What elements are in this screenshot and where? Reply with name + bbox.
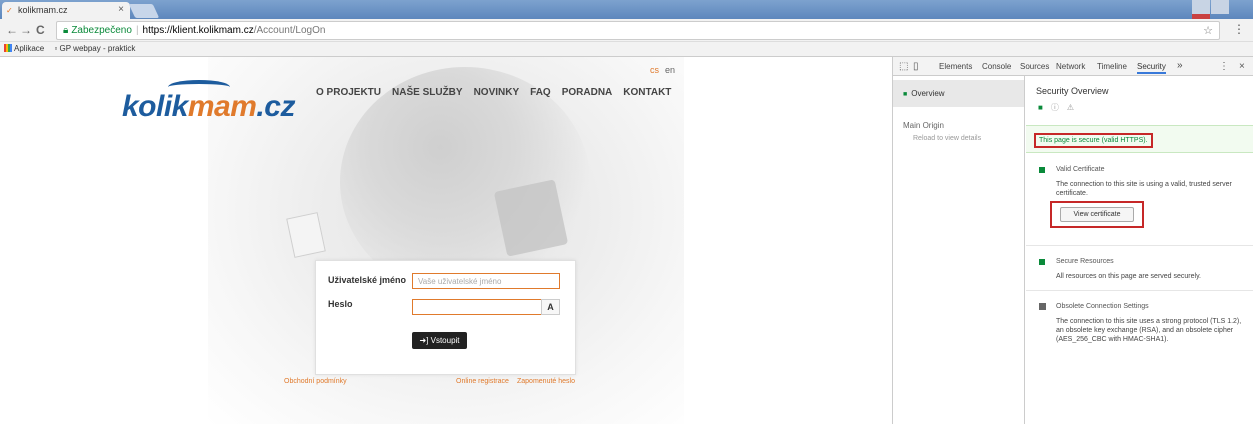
nav-poradna[interactable]: PORADNA: [562, 87, 613, 98]
security-summary-text: This page is secure (valid HTTPS).: [1034, 133, 1153, 148]
security-item-detail: All resources on this page are served se…: [1056, 273, 1201, 280]
more-tabs-icon[interactable]: »: [1177, 60, 1183, 71]
login-form: Uživatelské jméno Vaše uživatelské jméno…: [315, 260, 576, 375]
sign-in-icon: ➜]: [419, 336, 431, 345]
security-overview-title: Security Overview: [1036, 86, 1109, 96]
devtools-menu-icon[interactable]: ⋮: [1219, 61, 1229, 72]
bookmarks-bar: Aplikace ▫ GP webpay - praktick: [0, 42, 1253, 57]
security-item-heading: Valid Certificate: [1056, 166, 1105, 173]
browser-menu-icon[interactable]: ⋮: [1233, 22, 1245, 36]
info-square-icon: [1039, 303, 1046, 310]
tab-security[interactable]: Security: [1137, 62, 1166, 74]
address-bar[interactable]: 🔒︎ Zabezpečeno | https://klient.kolikmam.cz…: [56, 21, 1220, 40]
minimize-button[interactable]: [1192, 0, 1210, 14]
tab-sources[interactable]: Sources: [1020, 62, 1049, 71]
security-item-connection: Obsolete Connection Settings The connect…: [1026, 291, 1253, 371]
secure-label: Zabezpečeno: [71, 25, 132, 36]
secure-lock-icon: ■: [1038, 103, 1043, 112]
view-certificate-button[interactable]: View certificate: [1060, 207, 1134, 222]
hero-tablet-image: [493, 179, 569, 257]
bookmark-gp-webpay[interactable]: ▫ GP webpay - praktick: [54, 44, 135, 53]
lock-icon: ■: [903, 91, 908, 98]
nav-kontakt[interactable]: KONTAKT: [623, 87, 671, 98]
reload-hint[interactable]: Reload to view details: [913, 135, 981, 142]
forward-icon[interactable]: →: [20, 23, 32, 37]
status-square-icon: [1039, 259, 1045, 265]
view-certificate-highlight: View certificate: [1050, 201, 1144, 228]
back-icon[interactable]: ←: [6, 23, 18, 37]
login-button-label: Vstoupit: [430, 336, 460, 345]
security-sidebar: ■ Overview Main Origin Reload to view det…: [893, 76, 1025, 424]
new-tab-button[interactable]: [128, 4, 160, 18]
warning-icon: ⚠: [1066, 103, 1075, 112]
sidebar-item-overview[interactable]: ■ Overview: [893, 80, 1024, 107]
bookmark-apps[interactable]: Aplikace: [4, 44, 44, 53]
security-item-heading: Obsolete Connection Settings: [1056, 303, 1149, 310]
browser-toolbar: ← → C 🔒︎ Zabezpečeno | https://klient.kolik…: [0, 19, 1253, 42]
username-input[interactable]: Vaše uživatelské jméno: [412, 273, 560, 289]
security-item-resources: Secure Resources All resources on this p…: [1026, 246, 1253, 291]
language-switcher: cs en: [650, 65, 675, 75]
password-input[interactable]: [412, 299, 542, 315]
web-page: kolikmam.cz cs en O PROJEKTU NAŠE SLUŽBY NO…: [0, 57, 892, 424]
security-item-heading: Secure Resources: [1056, 258, 1114, 265]
security-item-certificate: Valid Certificate The connection to this…: [1026, 154, 1253, 246]
lock-icon: 🔒︎: [63, 25, 69, 36]
browser-tab-strip: ✓ kolikmam.cz ×: [0, 0, 1253, 28]
security-overview: Security Overview ■ ⓘ ⚠ This page is secur…: [1026, 76, 1253, 424]
terms-link[interactable]: Obchodní podmínky: [284, 378, 347, 385]
tab-console[interactable]: Console: [982, 62, 1011, 71]
maximize-button[interactable]: [1211, 0, 1229, 14]
nav-faq[interactable]: FAQ: [530, 87, 551, 98]
devtools-tab-bar: ⬚ ▯ Elements Console Sources Network Tim…: [893, 57, 1253, 76]
info-icon: ⓘ: [1050, 103, 1059, 112]
address-separator: |: [135, 25, 139, 36]
main-navigation: O PROJEKTU NAŠE SLUŽBY NOVINKY FAQ PORADNA KO…: [316, 87, 682, 98]
tab-timeline[interactable]: Timeline: [1097, 62, 1127, 71]
devtools-panel: ⬚ ▯ Elements Console Sources Network Tim…: [892, 57, 1253, 424]
password-label: Heslo: [328, 299, 353, 309]
devtools-close-icon[interactable]: ×: [1239, 61, 1245, 72]
username-label: Uživatelské jméno: [328, 275, 407, 285]
site-favicon-icon: ✓: [6, 6, 13, 15]
apps-grid-icon: [4, 44, 12, 52]
url-host: https://klient.kolikmam.cz: [142, 25, 254, 36]
tab-elements[interactable]: Elements: [939, 62, 972, 71]
url-path: /Account/LogOn: [253, 25, 326, 36]
window-controls: [1191, 0, 1247, 28]
register-link[interactable]: Online registrace: [456, 378, 509, 385]
tab-close-icon[interactable]: ×: [118, 4, 124, 15]
nav-novinky[interactable]: NOVINKY: [474, 87, 520, 98]
nav-o-projektu[interactable]: O PROJEKTU: [316, 87, 381, 98]
security-item-detail: The connection to this site is using a v…: [1056, 181, 1232, 197]
security-item-detail: The connection to this site uses a stron…: [1056, 318, 1242, 343]
reload-icon[interactable]: C: [36, 23, 45, 37]
nav-nase-sluzby[interactable]: NAŠE SLUŽBY: [392, 87, 463, 98]
main-origin-label: Main Origin: [903, 121, 944, 130]
bookmark-star-icon[interactable]: ☆: [1203, 24, 1213, 37]
device-toolbar-icon[interactable]: ▯: [913, 61, 919, 72]
show-password-button[interactable]: A: [541, 299, 560, 315]
lang-en-link[interactable]: en: [665, 65, 675, 75]
overview-label: Overview: [911, 89, 945, 98]
login-button[interactable]: ➜] Vstoupit: [412, 332, 467, 349]
site-logo[interactable]: kolikmam.cz: [122, 90, 295, 124]
lang-cs-link[interactable]: cs: [650, 65, 659, 75]
browser-tab[interactable]: ✓ kolikmam.cz ×: [2, 2, 130, 19]
security-state-icons: ■ ⓘ ⚠: [1038, 102, 1082, 113]
tab-network[interactable]: Network: [1056, 62, 1085, 71]
forgot-password-link[interactable]: Zapomenuté heslo: [517, 378, 575, 385]
tab-title: kolikmam.cz: [18, 5, 68, 15]
inspect-element-icon[interactable]: ⬚: [899, 61, 908, 72]
status-square-icon: [1039, 167, 1045, 173]
security-summary-banner: This page is secure (valid HTTPS).: [1026, 125, 1253, 153]
